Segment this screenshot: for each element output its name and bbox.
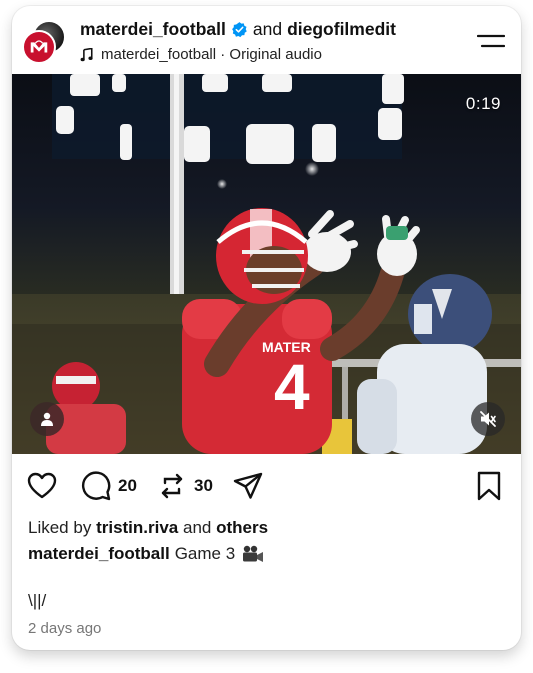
likes-others-link[interactable]: others — [216, 518, 268, 537]
tagged-users-button[interactable] — [30, 402, 64, 436]
svg-text:MATER: MATER — [262, 339, 311, 355]
likes-joiner: and — [183, 518, 212, 537]
video-frame-image: 4 MATER — [12, 74, 521, 454]
likes-summary: Liked by tristin.riva and others — [28, 518, 268, 538]
share-button[interactable] — [232, 468, 264, 504]
caption-text: Game 3 — [174, 544, 236, 563]
verified-badge-icon — [232, 22, 247, 38]
account-secondary-link[interactable]: diegofilmedit — [287, 19, 396, 40]
comment-icon — [81, 471, 111, 501]
collab-avatars[interactable] — [20, 16, 70, 66]
bookmark-icon — [477, 471, 501, 501]
video-camera-icon — [243, 545, 264, 562]
likes-prefix: Liked by — [28, 518, 92, 537]
post-caption: materdei_football Game 3 — [28, 544, 265, 564]
caption-extra-text: \||/ — [28, 591, 47, 610]
comment-count: 20 — [118, 476, 137, 495]
share-icon — [233, 472, 263, 499]
post-timestamp: 2 days ago — [28, 620, 102, 637]
caption-author[interactable]: materdei_football — [28, 544, 170, 564]
materdei-logo-icon — [30, 40, 48, 53]
muted-speaker-icon — [480, 411, 496, 427]
like-button[interactable] — [26, 468, 58, 504]
liker-username[interactable]: tristin.riva — [96, 518, 178, 537]
person-icon — [41, 412, 53, 426]
post-video[interactable]: 4 MATER 0:19 — [12, 74, 521, 454]
post-actions: 20 30 — [12, 468, 521, 504]
repost-count: 30 — [194, 476, 213, 495]
repost-icon — [161, 473, 183, 499]
audio-label: materdei_football · Original audio — [101, 46, 322, 63]
account-primary-link[interactable]: materdei_football — [80, 19, 226, 40]
comment-button[interactable]: 20 — [80, 468, 137, 504]
save-button[interactable] — [475, 470, 503, 507]
heart-icon — [27, 472, 57, 499]
video-timer: 0:19 — [465, 94, 501, 113]
accounts-connector: and — [252, 19, 283, 39]
post-accounts: materdei_football and diegofilmedit — [80, 19, 396, 40]
mute-toggle-button[interactable] — [471, 402, 505, 436]
repost-button[interactable]: 30 — [156, 468, 213, 504]
music-note-icon — [80, 47, 93, 61]
avatar-primary[interactable] — [22, 30, 56, 64]
menu-icon[interactable] — [477, 31, 505, 51]
audio-link[interactable]: materdei_football · Original audio — [80, 46, 322, 63]
svg-text:4: 4 — [274, 351, 310, 423]
post-header: materdei_football and diegofilmedit mate… — [12, 6, 521, 74]
post-card: materdei_football and diegofilmedit mate… — [12, 6, 521, 650]
